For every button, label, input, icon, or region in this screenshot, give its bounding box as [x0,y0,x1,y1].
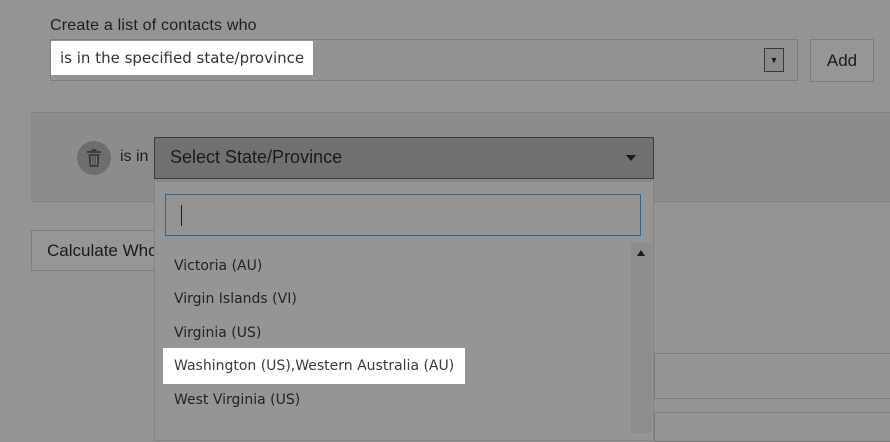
state-select-placeholder[interactable]: Select State/Province [170,147,342,168]
operator-label: is in [120,148,149,165]
dropdown-option[interactable]: Virginia (US) [174,325,261,341]
delete-condition-button[interactable] [77,141,111,175]
dropdown-option[interactable]: West Virginia (US) [174,392,300,408]
chevron-down-icon[interactable] [626,155,636,161]
scroll-up-icon[interactable] [637,250,645,256]
add-button[interactable]: Add [810,39,874,82]
dropdown-option[interactable]: Victoria (AU) [174,258,262,274]
select-arrow-icon[interactable]: ▼ [764,48,784,72]
state-search-input[interactable] [165,194,641,236]
background-field [654,412,890,442]
text-cursor [181,205,182,226]
dropdown-scrollbar[interactable] [631,243,652,433]
dropdown-option-highlighted[interactable]: Washington (US),Western Australia (AU) [163,348,466,384]
criteria-select-value[interactable]: is in the specified state/province [51,41,314,75]
trash-icon [87,149,101,167]
dropdown-option[interactable]: Virgin Islands (VI) [174,291,297,307]
calculate-button[interactable]: Calculate Who [31,230,171,271]
form-heading: Create a list of contacts who [50,17,257,34]
background-field [654,353,890,399]
